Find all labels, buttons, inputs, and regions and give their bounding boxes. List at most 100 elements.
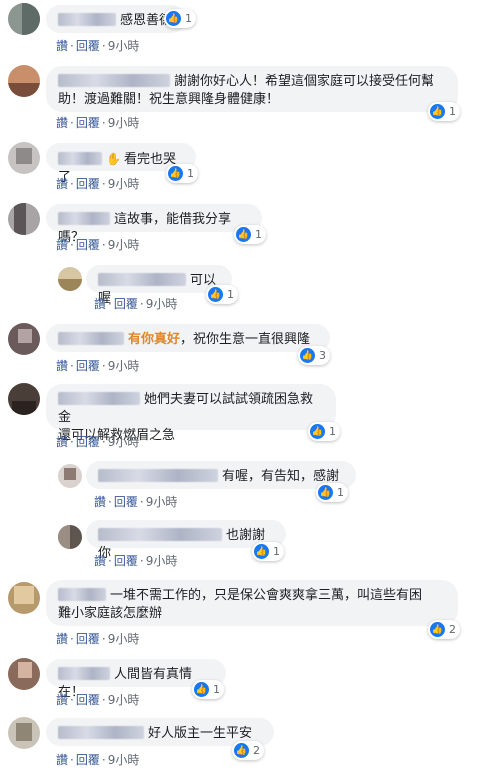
commenter-name[interactable] [58,212,110,225]
timestamp[interactable]: 9小時 [146,495,178,509]
timestamp[interactable]: 9小時 [108,116,140,130]
reaction-count[interactable]: 👍 1 [308,422,340,441]
commenter-name[interactable] [98,273,186,286]
avatar[interactable] [8,65,40,97]
reaction-count[interactable]: 👍 1 [428,102,460,121]
comment-bubble: 有你真好，祝你生意一直很興隆 [46,324,330,352]
comment-text: ，祝你生意一直很興隆 [180,332,311,347]
avatar[interactable] [8,582,40,614]
timestamp[interactable]: 9小時 [108,359,140,373]
comment-actions: 讚 · 回覆 · 9小時 [56,39,140,53]
comment-actions: 讚 · 回覆 · 9小時 [56,435,140,449]
comment-bubble: 謝謝你好心人！希望這個家庭可以接受任何幫 助！渡過難關！祝生意興隆身體健康！ [46,66,458,112]
reaction-count[interactable]: 👍 1 [206,285,238,304]
like-link[interactable]: 讚 [56,238,68,252]
comment-text: 有喔，有告知，感謝 [222,469,340,484]
like-link[interactable]: 讚 [56,39,68,53]
timestamp[interactable]: 9小時 [108,693,140,707]
commenter-name[interactable] [58,13,116,26]
comment-text-line2: 助！渡過難關！祝生意興隆身體健康！ [58,92,280,107]
thumbs-up-icon: 👍 [194,682,209,697]
like-link[interactable]: 讚 [56,632,68,646]
thumbs-up-icon: 👍 [168,166,183,181]
reply-link[interactable]: 回覆 [76,238,100,252]
avatar[interactable] [58,525,82,549]
like-link[interactable]: 讚 [56,753,68,767]
thumbs-up-icon: 👍 [208,287,223,302]
thumbs-up-icon: 👍 [234,743,249,758]
comment-actions: 讚 · 回覆 · 9小時 [94,495,178,509]
thumbs-up-icon: 👍 [310,424,325,439]
avatar[interactable] [8,3,40,35]
reaction-count[interactable]: 👍 2 [232,741,264,760]
reply-link[interactable]: 回覆 [76,39,100,53]
commenter-name[interactable] [58,588,106,601]
waving-hand-icon: ✋ [106,152,121,166]
avatar[interactable] [8,142,40,174]
commenter-name[interactable] [58,667,110,680]
thumbs-up-icon: 👍 [300,348,315,363]
like-link[interactable]: 讚 [94,495,106,509]
reaction-count[interactable]: 👍 3 [298,346,330,365]
commenter-name[interactable] [98,469,218,482]
timestamp[interactable]: 9小時 [108,632,140,646]
commenter-name[interactable] [98,528,222,541]
like-link[interactable]: 讚 [56,359,68,373]
comment-actions: 讚 · 回覆 · 9小時 [94,297,178,311]
like-link[interactable]: 讚 [94,297,106,311]
thumbs-up-icon: 👍 [318,485,333,500]
timestamp[interactable]: 9小時 [108,435,140,449]
thumbs-up-icon: 👍 [254,544,269,559]
reply-link[interactable]: 回覆 [76,116,100,130]
reply-link[interactable]: 回覆 [76,693,100,707]
like-link[interactable]: 讚 [56,693,68,707]
reply-link[interactable]: 回覆 [76,177,100,191]
reply-link[interactable]: 回覆 [114,297,138,311]
commenter-name[interactable] [58,332,124,345]
reply-link[interactable]: 回覆 [76,632,100,646]
comment-actions: 讚 · 回覆 · 9小時 [56,116,140,130]
timestamp[interactable]: 9小時 [108,177,140,191]
reply-link[interactable]: 回覆 [114,554,138,568]
avatar[interactable] [58,267,82,291]
timestamp[interactable]: 9小時 [108,39,140,53]
comment-actions: 讚 · 回覆 · 9小時 [56,632,140,646]
thumbs-up-icon: 👍 [166,11,181,26]
reply-link[interactable]: 回覆 [76,435,100,449]
commenter-name[interactable] [58,392,140,405]
reaction-count[interactable]: 👍 2 [428,620,460,639]
comment-text: 謝謝你好心人！希望這個家庭可以接受任何幫 [174,74,435,89]
highlighted-text: 有你真好 [128,332,181,347]
reply-link[interactable]: 回覆 [114,495,138,509]
avatar[interactable] [8,383,40,415]
like-link[interactable]: 讚 [56,116,68,130]
reaction-count[interactable]: 👍 1 [164,9,196,28]
reaction-count[interactable]: 👍 1 [192,680,224,699]
avatar[interactable] [8,658,40,690]
timestamp[interactable]: 9小時 [146,554,178,568]
timestamp[interactable]: 9小時 [146,297,178,311]
comment-text-line2: 難小家庭該怎麼辦 [58,606,163,621]
reply-link[interactable]: 回覆 [76,753,100,767]
thumbs-up-icon: 👍 [236,227,251,242]
comment-actions: 讚 · 回覆 · 9小時 [56,693,140,707]
like-link[interactable]: 讚 [94,554,106,568]
reaction-count[interactable]: 👍 1 [234,225,266,244]
comment-actions: 讚 · 回覆 · 9小時 [56,753,140,767]
avatar[interactable] [58,464,82,488]
reaction-count[interactable]: 👍 1 [166,164,198,183]
reply-link[interactable]: 回覆 [76,359,100,373]
thumbs-up-icon: 👍 [430,622,445,637]
like-link[interactable]: 讚 [56,435,68,449]
reaction-count[interactable]: 👍 1 [252,542,284,561]
commenter-name[interactable] [58,74,170,87]
like-link[interactable]: 讚 [56,177,68,191]
avatar[interactable] [8,203,40,235]
avatar[interactable] [8,323,40,355]
timestamp[interactable]: 9小時 [108,753,140,767]
commenter-name[interactable] [58,152,102,165]
avatar[interactable] [8,717,40,749]
commenter-name[interactable] [58,726,144,739]
timestamp[interactable]: 9小時 [108,238,140,252]
reaction-count[interactable]: 👍 1 [316,483,348,502]
